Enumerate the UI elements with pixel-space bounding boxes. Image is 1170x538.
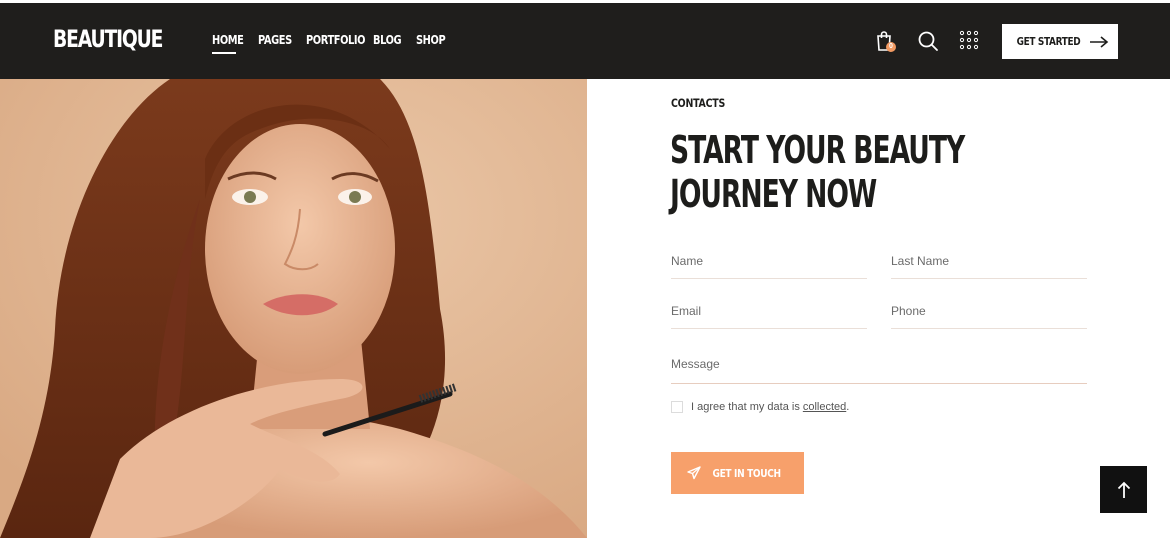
get-in-touch-label: GET IN TOUCH (712, 466, 781, 480)
headline-line-1: START YOUR BEAUTY (670, 128, 965, 172)
consent-link[interactable]: collected (803, 401, 846, 413)
nav-item-blog[interactable]: BLOG (373, 33, 416, 47)
back-to-top-button[interactable] (1100, 466, 1147, 513)
consent-row: I agree that my data is collected . (671, 401, 849, 413)
headline-line-2: JOURNEY NOW (670, 172, 877, 216)
name-placeholder: Name (671, 254, 704, 268)
phone-field[interactable]: Phone (891, 304, 1087, 329)
cart-count-badge: 0 (886, 42, 896, 52)
get-in-touch-button[interactable]: GET IN TOUCH (671, 452, 804, 494)
nav-item-label: PAGES (258, 33, 292, 47)
site-header: BEAUTIQUE HOME PAGES PORTFOLIO BLOG SHOP… (0, 3, 1170, 79)
brand-logo[interactable]: BEAUTIQUE (53, 25, 163, 53)
nav-item-home[interactable]: HOME (212, 33, 258, 54)
consent-text: I agree that my data is (691, 401, 800, 413)
email-placeholder: Email (671, 304, 702, 318)
page-title: START YOUR BEAUTY JOURNEY NOW (670, 128, 965, 216)
nav-item-pages[interactable]: PAGES (258, 33, 306, 47)
nav-item-shop[interactable]: SHOP (416, 33, 456, 47)
section-eyebrow: CONTACTS (671, 96, 726, 110)
consent-period: . (846, 401, 850, 413)
main-nav: HOME PAGES PORTFOLIO BLOG SHOP (212, 33, 456, 54)
hero-photo (0, 79, 587, 538)
last-name-field[interactable]: Last Name (891, 254, 1087, 279)
arrow-right-icon (1090, 35, 1109, 48)
email-field[interactable]: Email (671, 304, 867, 329)
nav-active-indicator (212, 52, 236, 54)
nav-item-label: PORTFOLIO (306, 33, 366, 47)
search-icon[interactable] (917, 30, 941, 54)
last-name-placeholder: Last Name (891, 254, 950, 268)
consent-checkbox[interactable] (671, 401, 683, 413)
nav-item-label: SHOP (416, 33, 446, 47)
name-field[interactable]: Name (671, 254, 867, 279)
paper-plane-icon (687, 466, 701, 480)
message-field[interactable]: Message (671, 357, 1087, 384)
nav-item-label: BLOG (373, 33, 402, 47)
nav-item-portfolio[interactable]: PORTFOLIO (306, 33, 373, 47)
nav-item-label: HOME (212, 33, 244, 47)
get-started-label: GET STARTED (1016, 35, 1080, 48)
get-started-button[interactable]: GET STARTED (1002, 24, 1118, 59)
arrow-up-icon (1117, 481, 1130, 498)
phone-placeholder: Phone (891, 304, 926, 318)
dots-grid-icon[interactable] (959, 30, 983, 54)
message-placeholder: Message (671, 357, 720, 371)
shopping-bag-icon[interactable]: 0 (875, 30, 899, 54)
